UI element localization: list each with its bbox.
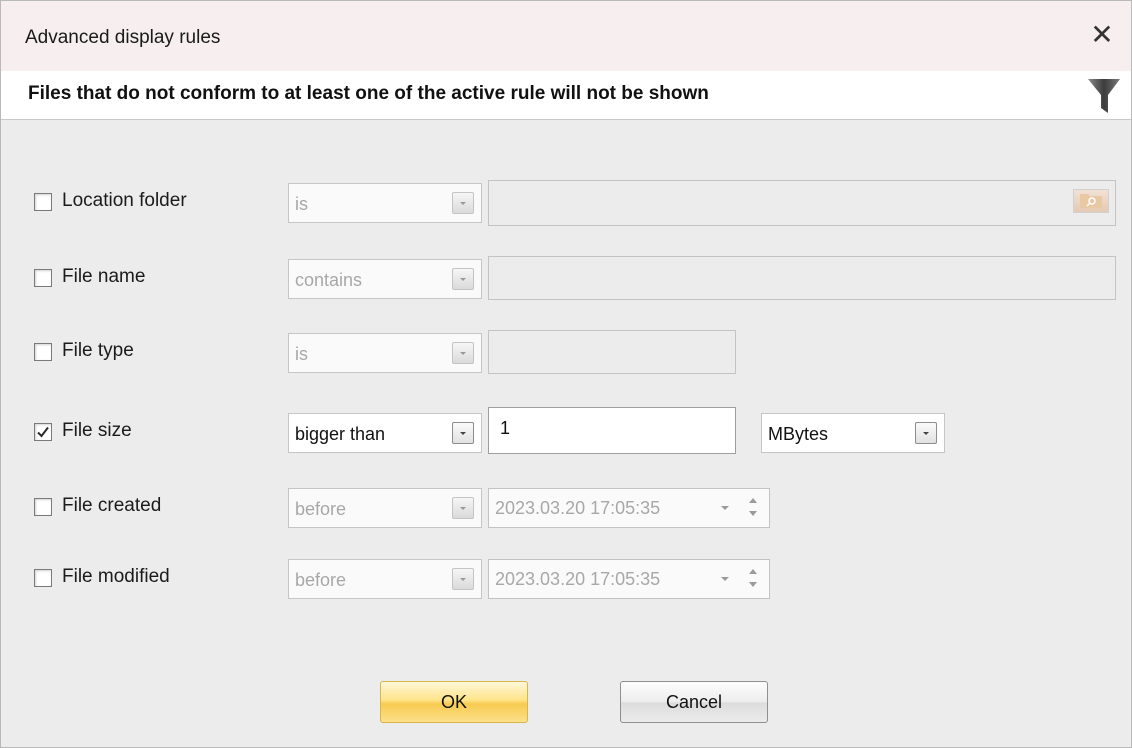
created-operator-select[interactable]: before	[288, 488, 482, 528]
rule-row-type: File type is	[1, 330, 1131, 374]
location-operator-value: is	[295, 194, 308, 214]
modified-label: File modified	[62, 566, 170, 587]
calendar-dropdown-icon[interactable]	[721, 577, 729, 581]
size-unit-select[interactable]: MBytes	[761, 413, 945, 453]
chevron-down-icon[interactable]	[915, 422, 937, 444]
chevron-down-icon[interactable]	[452, 342, 474, 364]
location-label: Location folder	[62, 190, 187, 211]
modified-operator-value: before	[295, 570, 347, 590]
location-operator-select[interactable]: is	[288, 183, 482, 223]
banner-message: Files that do not conform to at least on…	[28, 83, 709, 104]
browse-folder-button[interactable]	[1073, 189, 1109, 213]
rule-row-modified: File modified before 2023.03.20 17:05:35	[1, 559, 1131, 599]
rule-row-name: File name contains	[1, 256, 1131, 300]
location-checkbox[interactable]	[34, 193, 52, 211]
file-type-field[interactable]	[488, 330, 736, 374]
title-bar: Advanced display rules ✕	[1, 1, 1131, 71]
chevron-down-icon[interactable]	[452, 192, 474, 214]
modified-operator-select[interactable]: before	[288, 559, 482, 599]
chevron-down-icon[interactable]	[452, 568, 474, 590]
close-icon[interactable]: ✕	[1087, 20, 1117, 50]
folder-search-icon	[1080, 194, 1102, 208]
cancel-button[interactable]: Cancel	[620, 681, 768, 723]
name-label: File name	[62, 266, 146, 287]
size-operator-value: bigger than	[295, 424, 386, 444]
type-operator-value: is	[295, 344, 308, 364]
chevron-down-icon[interactable]	[452, 497, 474, 519]
size-label: File size	[62, 420, 132, 441]
file-name-field[interactable]	[488, 256, 1116, 300]
size-unit-value: MBytes	[768, 424, 829, 444]
chevron-down-icon[interactable]	[452, 422, 474, 444]
size-checkbox[interactable]	[34, 423, 52, 441]
info-banner: Files that do not conform to at least on…	[1, 71, 1131, 120]
size-operator-select[interactable]: bigger than	[288, 413, 482, 453]
file-size-input[interactable]: 1	[488, 407, 736, 454]
filter-icon	[1088, 79, 1120, 113]
modified-date-picker[interactable]: 2023.03.20 17:05:35	[488, 559, 770, 599]
advanced-display-rules-dialog: Advanced display rules ✕ Files that do n…	[0, 0, 1132, 748]
name-operator-select[interactable]: contains	[288, 259, 482, 299]
modified-checkbox[interactable]	[34, 569, 52, 587]
type-checkbox[interactable]	[34, 343, 52, 361]
rule-row-created: File created before 2023.03.20 17:05:35	[1, 488, 1131, 528]
modified-date-value: 2023.03.20 17:05:35	[495, 569, 661, 589]
calendar-dropdown-icon[interactable]	[721, 506, 729, 510]
spin-buttons[interactable]	[747, 567, 759, 593]
created-operator-value: before	[295, 499, 347, 519]
created-date-picker[interactable]: 2023.03.20 17:05:35	[488, 488, 770, 528]
created-date-value: 2023.03.20 17:05:35	[495, 498, 661, 518]
name-operator-value: contains	[295, 270, 363, 290]
ok-button[interactable]: OK	[380, 681, 528, 723]
dialog-title: Advanced display rules	[25, 27, 221, 48]
chevron-down-icon[interactable]	[452, 268, 474, 290]
rule-row-size: File size bigger than 1 MBytes	[1, 407, 1131, 454]
file-size-value: 1	[500, 418, 511, 438]
checkmark-icon	[37, 426, 49, 438]
type-operator-select[interactable]: is	[288, 333, 482, 373]
spin-buttons[interactable]	[747, 496, 759, 522]
created-label: File created	[62, 495, 162, 516]
name-checkbox[interactable]	[34, 269, 52, 287]
type-label: File type	[62, 340, 134, 361]
rule-row-location: Location folder is	[1, 180, 1131, 226]
location-folder-field[interactable]	[488, 180, 1116, 226]
created-checkbox[interactable]	[34, 498, 52, 516]
